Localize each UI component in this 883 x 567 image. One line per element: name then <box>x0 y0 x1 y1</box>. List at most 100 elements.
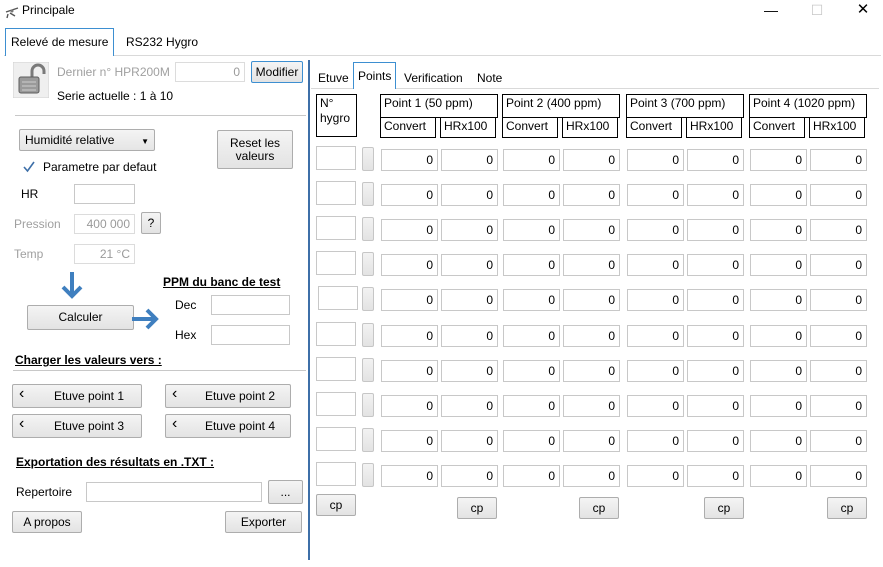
point-2-convert-cell[interactable]: 0 <box>503 395 560 417</box>
point-4-convert-cell[interactable]: 0 <box>750 430 807 452</box>
point-1-convert-cell[interactable]: 0 <box>381 360 438 382</box>
etuve-point-3-button[interactable]: ‹ Etuve point 3 <box>12 414 142 438</box>
point-1-hrx100-cell[interactable]: 0 <box>441 430 498 452</box>
point-3-hrx100-cell[interactable]: 0 <box>687 254 744 276</box>
point-3-convert-cell[interactable]: 0 <box>627 149 684 171</box>
point-3-convert-cell[interactable]: 0 <box>627 184 684 206</box>
row-select-button[interactable] <box>362 287 374 311</box>
point-3-convert-cell[interactable]: 0 <box>627 360 684 382</box>
padlock-icon[interactable] <box>13 62 49 98</box>
point-2-convert-cell[interactable]: 0 <box>503 430 560 452</box>
temp-field[interactable]: 21 °C <box>74 244 135 264</box>
point-1-hrx100-cell[interactable]: 0 <box>441 254 498 276</box>
hex-input[interactable] <box>211 325 290 345</box>
hygro-number-input[interactable] <box>316 462 356 486</box>
point-4-hrx100-cell[interactable]: 0 <box>810 254 867 276</box>
row-select-button[interactable] <box>362 182 374 206</box>
point-1-convert-cell[interactable]: 0 <box>381 289 438 311</box>
point-2-hrx100-cell[interactable]: 0 <box>563 465 620 487</box>
close-button[interactable]: ✕ <box>840 0 883 22</box>
row-select-button[interactable] <box>362 463 374 487</box>
row-select-button[interactable] <box>362 323 374 347</box>
point-2-convert-cell[interactable]: 0 <box>503 360 560 382</box>
point-1-convert-cell[interactable]: 0 <box>381 149 438 171</box>
hygro-number-input[interactable] <box>318 286 358 310</box>
point-4-convert-cell[interactable]: 0 <box>750 360 807 382</box>
point-2-convert-cell[interactable]: 0 <box>503 184 560 206</box>
modifier-button[interactable]: Modifier <box>251 61 303 83</box>
row-select-button[interactable] <box>362 428 374 452</box>
hygro-number-input[interactable] <box>316 251 356 275</box>
point-4-convert-cell[interactable]: 0 <box>750 325 807 347</box>
point-4-hrx100-cell[interactable]: 0 <box>810 430 867 452</box>
tab-note[interactable]: Note <box>473 68 506 88</box>
last-number-field[interactable]: 0 <box>175 62 245 82</box>
point-1-convert-cell[interactable]: 0 <box>381 325 438 347</box>
point-2-hrx100-cell[interactable]: 0 <box>563 184 620 206</box>
cp-hygro-button[interactable]: cp <box>316 494 356 516</box>
cp-point-1-button[interactable]: cp <box>457 497 497 519</box>
point-2-convert-cell[interactable]: 0 <box>503 465 560 487</box>
point-3-hrx100-cell[interactable]: 0 <box>687 395 744 417</box>
point-2-hrx100-cell[interactable]: 0 <box>563 395 620 417</box>
point-1-hrx100-cell[interactable]: 0 <box>441 395 498 417</box>
cp-point-2-button[interactable]: cp <box>579 497 619 519</box>
hygro-number-input[interactable] <box>316 392 356 416</box>
point-2-hrx100-cell[interactable]: 0 <box>563 360 620 382</box>
point-3-convert-cell[interactable]: 0 <box>627 219 684 241</box>
row-select-button[interactable] <box>362 217 374 241</box>
point-2-convert-cell[interactable]: 0 <box>503 254 560 276</box>
point-1-convert-cell[interactable]: 0 <box>381 465 438 487</box>
point-2-convert-cell[interactable]: 0 <box>503 325 560 347</box>
point-1-hrx100-cell[interactable]: 0 <box>441 149 498 171</box>
exporter-button[interactable]: Exporter <box>225 511 302 533</box>
point-1-hrx100-cell[interactable]: 0 <box>441 289 498 311</box>
hygro-number-input[interactable] <box>316 181 356 205</box>
point-4-convert-cell[interactable]: 0 <box>750 184 807 206</box>
point-2-convert-cell[interactable]: 0 <box>503 219 560 241</box>
etuve-point-1-button[interactable]: ‹ Etuve point 1 <box>12 384 142 408</box>
point-4-convert-cell[interactable]: 0 <box>750 465 807 487</box>
apropos-button[interactable]: A propos <box>12 511 82 533</box>
point-3-hrx100-cell[interactable]: 0 <box>687 289 744 311</box>
point-3-hrx100-cell[interactable]: 0 <box>687 184 744 206</box>
point-1-hrx100-cell[interactable]: 0 <box>441 325 498 347</box>
tab-verification[interactable]: Verification <box>400 68 467 88</box>
tab-releve-de-mesure[interactable]: Relevé de mesure <box>5 28 115 56</box>
point-1-convert-cell[interactable]: 0 <box>381 184 438 206</box>
point-3-hrx100-cell[interactable]: 0 <box>687 360 744 382</box>
point-4-hrx100-cell[interactable]: 0 <box>810 465 867 487</box>
point-2-hrx100-cell[interactable]: 0 <box>563 254 620 276</box>
etuve-point-2-button[interactable]: ‹ Etuve point 2 <box>165 384 291 408</box>
point-4-hrx100-cell[interactable]: 0 <box>810 149 867 171</box>
point-3-convert-cell[interactable]: 0 <box>627 430 684 452</box>
point-3-hrx100-cell[interactable]: 0 <box>687 219 744 241</box>
browse-button[interactable]: ... <box>268 480 303 504</box>
point-3-hrx100-cell[interactable]: 0 <box>687 325 744 347</box>
point-1-convert-cell[interactable]: 0 <box>381 219 438 241</box>
hygro-number-input[interactable] <box>316 357 356 381</box>
point-4-hrx100-cell[interactable]: 0 <box>810 325 867 347</box>
point-2-hrx100-cell[interactable]: 0 <box>563 149 620 171</box>
point-4-convert-cell[interactable]: 0 <box>750 395 807 417</box>
cp-point-4-button[interactable]: cp <box>827 497 867 519</box>
point-4-hrx100-cell[interactable]: 0 <box>810 184 867 206</box>
point-4-hrx100-cell[interactable]: 0 <box>810 360 867 382</box>
cp-point-3-button[interactable]: cp <box>704 497 744 519</box>
dec-input[interactable] <box>211 295 290 315</box>
hr-input[interactable] <box>74 184 135 204</box>
point-4-convert-cell[interactable]: 0 <box>750 254 807 276</box>
point-3-hrx100-cell[interactable]: 0 <box>687 465 744 487</box>
point-1-hrx100-cell[interactable]: 0 <box>441 465 498 487</box>
point-2-convert-cell[interactable]: 0 <box>503 149 560 171</box>
row-select-button[interactable] <box>362 393 374 417</box>
hygro-number-input[interactable] <box>316 322 356 346</box>
row-select-button[interactable] <box>362 358 374 382</box>
row-select-button[interactable] <box>362 252 374 276</box>
tab-points[interactable]: Points <box>353 62 397 89</box>
point-3-convert-cell[interactable]: 0 <box>627 395 684 417</box>
mode-select[interactable]: Humidité relative ▼ <box>19 129 155 151</box>
point-1-hrx100-cell[interactable]: 0 <box>441 360 498 382</box>
point-1-convert-cell[interactable]: 0 <box>381 430 438 452</box>
tab-rs232-hygro[interactable]: RS232 Hygro <box>121 29 203 55</box>
